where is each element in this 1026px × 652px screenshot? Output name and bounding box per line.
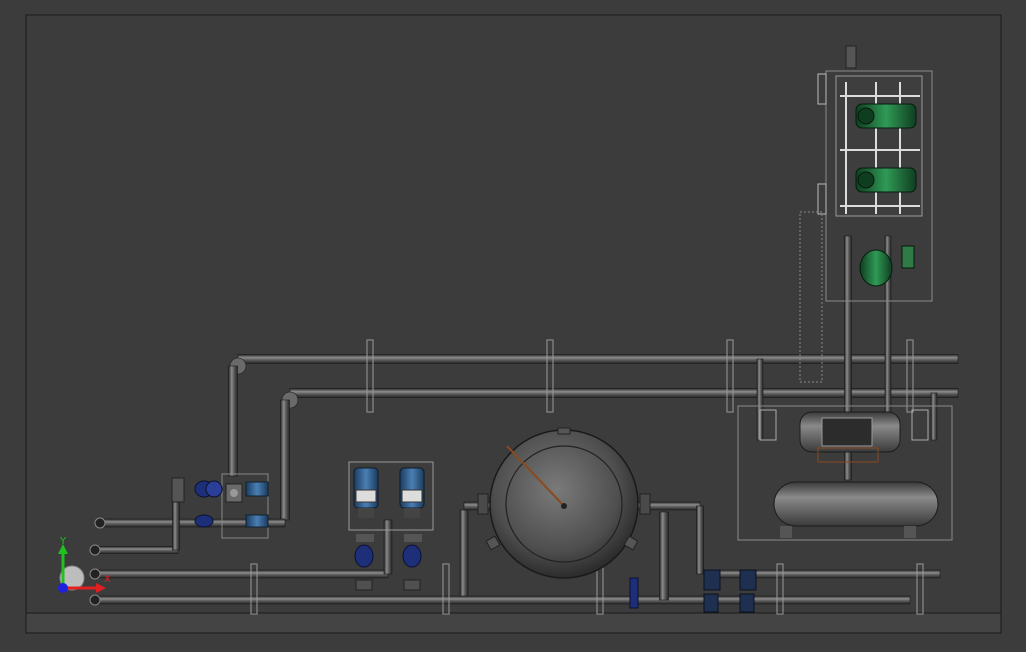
secondary-header-pipe[interactable] <box>289 388 959 398</box>
cad-viewport[interactable]: Y X <box>0 0 1026 652</box>
check-valve-right[interactable] <box>402 544 422 568</box>
check-valve-left[interactable] <box>354 544 374 568</box>
dosing-pump-upper[interactable] <box>855 103 917 129</box>
pipe-opening[interactable] <box>89 568 101 580</box>
pipe-opening[interactable] <box>89 544 101 556</box>
pipe-opening[interactable] <box>89 594 101 606</box>
triad-y-label: Y <box>59 536 67 547</box>
inlet-pipe-2[interactable] <box>94 546 179 554</box>
tank-left-leg[interactable] <box>459 509 469 597</box>
pipe-opening[interactable] <box>94 517 106 529</box>
dosing-pump-lower[interactable] <box>855 167 917 193</box>
pipe-segment[interactable] <box>696 505 704 575</box>
triad-z-axis <box>58 583 68 593</box>
pipe-segment[interactable] <box>383 519 393 575</box>
triad-x-label: X <box>104 574 111 585</box>
header-riser-second[interactable] <box>280 399 290 521</box>
inlet-pipe-3[interactable] <box>94 569 389 579</box>
bottom-return-pipe[interactable] <box>94 595 911 605</box>
header-riser-left[interactable] <box>228 365 238 477</box>
pipe-segment[interactable] <box>930 392 938 441</box>
tank-right-leg[interactable] <box>659 511 669 601</box>
